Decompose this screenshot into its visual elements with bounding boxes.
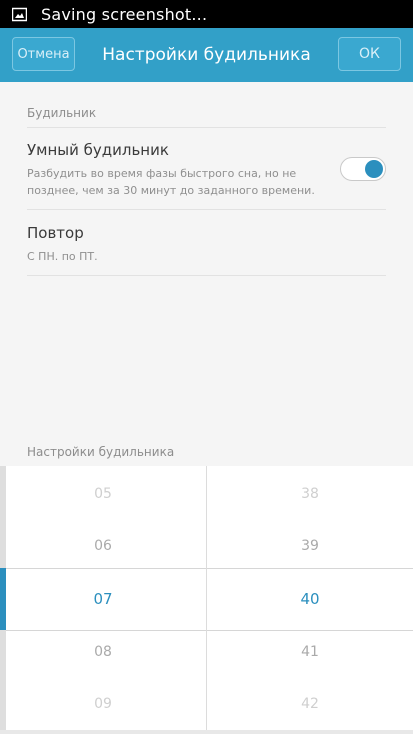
repeat-title: Повтор: [27, 224, 84, 242]
hour-item-selected[interactable]: 07: [0, 573, 206, 625]
divider: [27, 209, 386, 210]
section-header: Будильник: [27, 106, 97, 120]
smart-alarm-toggle[interactable]: [340, 157, 386, 181]
divider: [27, 127, 386, 128]
ok-button[interactable]: ОК: [338, 37, 401, 71]
toggle-knob: [365, 160, 383, 178]
status-bar: Saving screenshot...: [0, 0, 413, 28]
bottom-edge: [0, 730, 413, 734]
minute-item[interactable]: 38: [207, 468, 413, 520]
minute-item[interactable]: 42: [207, 678, 413, 730]
hour-item[interactable]: 09: [0, 678, 206, 730]
minute-item[interactable]: 39: [207, 520, 413, 572]
cancel-button[interactable]: Отмена: [12, 37, 75, 71]
smart-alarm-description: Разбудить во время фазы быстрого сна, но…: [27, 167, 315, 197]
picker-label: Настройки будильника: [27, 445, 175, 459]
alarm-settings-screen: Saving screenshot... Отмена Настройки бу…: [0, 0, 413, 734]
hour-item[interactable]: 05: [0, 468, 206, 520]
minute-item-selected[interactable]: 40: [207, 573, 413, 625]
page-title: Настройки будильника: [102, 45, 311, 65]
hour-item[interactable]: 06: [0, 520, 206, 572]
repeat-value: С ПН. по ПТ.: [27, 250, 98, 263]
hours-column[interactable]: 05 06 07 08 09: [0, 466, 206, 734]
image-icon: [12, 7, 27, 22]
divider: [27, 275, 386, 276]
hour-item[interactable]: 08: [0, 626, 206, 678]
minute-item[interactable]: 41: [207, 626, 413, 678]
minutes-column[interactable]: 38 39 40 41 42: [207, 466, 413, 734]
status-text: Saving screenshot...: [41, 4, 208, 24]
time-picker: 05 06 07 08 09 38 39 40 41 42: [0, 466, 413, 734]
smart-alarm-title: Умный будильник: [27, 141, 169, 159]
title-bar: Отмена Настройки будильника ОК: [0, 28, 413, 82]
